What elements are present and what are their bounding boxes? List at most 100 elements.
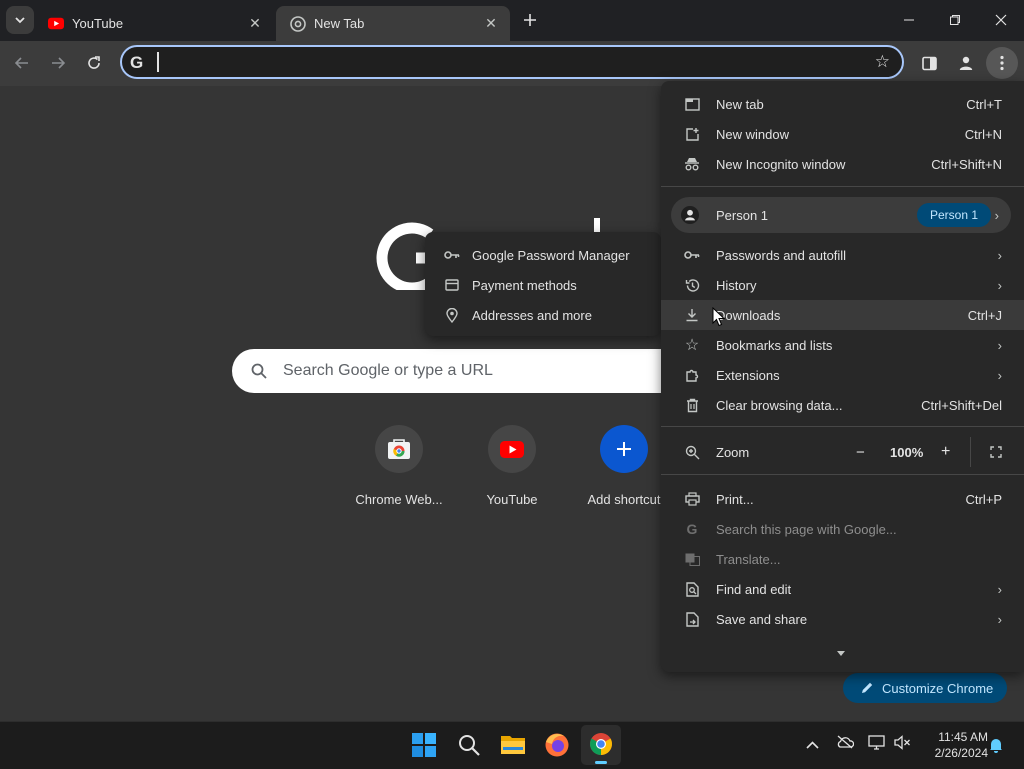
tab-new-tab[interactable]: New Tab ✕ bbox=[276, 6, 510, 41]
menu-scroll-down-icon[interactable] bbox=[837, 643, 847, 656]
menu-label: Search this page with Google... bbox=[716, 521, 897, 537]
address-bar[interactable]: G ☆ bbox=[120, 45, 904, 79]
chevron-right-icon: › bbox=[997, 581, 1002, 597]
plus-icon bbox=[600, 425, 648, 473]
customize-chrome-button[interactable]: Customize Chrome bbox=[843, 673, 1007, 703]
toolbar: G ☆ bbox=[0, 41, 1024, 86]
reload-button[interactable] bbox=[79, 48, 109, 78]
fullscreen-button[interactable] bbox=[990, 446, 1002, 458]
trash-icon bbox=[683, 396, 701, 414]
credit-card-icon bbox=[444, 277, 460, 293]
menu-item-new-window[interactable]: New window Ctrl+N bbox=[661, 119, 1024, 149]
shortcut-youtube[interactable]: YouTube bbox=[456, 425, 568, 507]
menu-item-search-page[interactable]: G Search this page with Google... bbox=[661, 514, 1024, 544]
chevron-right-icon: › bbox=[994, 207, 999, 223]
notification-bell-icon[interactable] bbox=[989, 737, 1003, 758]
menu-item-profile[interactable]: Person 1 Person 1 › bbox=[671, 197, 1011, 233]
menu-divider bbox=[661, 474, 1024, 475]
close-tab-icon[interactable]: ✕ bbox=[482, 14, 500, 32]
menu-item-zoom: Zoom − 100% + bbox=[661, 437, 1024, 467]
menu-item-extensions[interactable]: Extensions › bbox=[661, 360, 1024, 390]
volume-muted-icon[interactable] bbox=[894, 735, 911, 755]
tab-title: New Tab bbox=[314, 16, 365, 31]
submenu-label: Google Password Manager bbox=[472, 247, 630, 263]
address-input[interactable] bbox=[157, 52, 159, 72]
clock[interactable]: 11:45 AM 2/26/2024 bbox=[918, 729, 988, 761]
menu-label: History bbox=[716, 277, 757, 293]
location-pin-icon bbox=[444, 307, 460, 323]
network-icon[interactable] bbox=[868, 735, 885, 755]
submenu-item-addresses[interactable]: Addresses and more bbox=[425, 300, 661, 330]
chevron-up-icon[interactable] bbox=[806, 736, 819, 754]
menu-label: New window bbox=[716, 126, 789, 142]
menu-item-passwords-autofill[interactable]: Passwords and autofill › bbox=[661, 240, 1024, 270]
shortcut-chrome-web-store[interactable]: Chrome Web... bbox=[343, 425, 455, 507]
reload-icon bbox=[88, 56, 100, 69]
menu-label: Clear browsing data... bbox=[716, 397, 843, 413]
start-button[interactable] bbox=[412, 733, 436, 757]
tab-youtube[interactable]: YouTube ✕ bbox=[34, 6, 274, 41]
customize-label: Customize Chrome bbox=[882, 680, 994, 696]
profile-button[interactable] bbox=[954, 51, 978, 75]
taskbar-search-button[interactable] bbox=[457, 733, 481, 757]
menu-item-find-edit[interactable]: Find and edit › bbox=[661, 574, 1024, 604]
submenu-label: Addresses and more bbox=[472, 307, 592, 323]
new-tab-button[interactable] bbox=[518, 8, 542, 32]
menu-item-bookmarks[interactable]: ☆ Bookmarks and lists › bbox=[661, 330, 1024, 360]
menu-divider bbox=[661, 426, 1024, 427]
pencil-icon bbox=[862, 682, 873, 693]
close-window-button[interactable] bbox=[978, 0, 1024, 40]
menu-divider bbox=[661, 186, 1024, 187]
taskbar: 11:45 AM 2/26/2024 bbox=[0, 721, 1024, 769]
submenu-item-payment-methods[interactable]: Payment methods bbox=[425, 270, 661, 300]
printer-icon bbox=[683, 490, 701, 508]
menu-item-new-incognito[interactable]: New Incognito window Ctrl+Shift+N bbox=[661, 149, 1024, 179]
zoom-out-button[interactable]: − bbox=[856, 444, 865, 461]
person-icon bbox=[959, 56, 973, 70]
ntp-search-box[interactable]: Search Google or type a URL bbox=[232, 349, 692, 393]
menu-label: Translate... bbox=[716, 551, 781, 567]
chevron-right-icon: › bbox=[997, 337, 1002, 353]
more-vert-icon bbox=[1000, 55, 1004, 71]
new-window-icon bbox=[683, 125, 701, 143]
profile-badge: Person 1 bbox=[917, 203, 992, 227]
menu-item-clear-browsing-data[interactable]: Clear browsing data... Ctrl+Shift+Del bbox=[661, 390, 1024, 420]
menu-item-new-tab[interactable]: New tab Ctrl+T bbox=[661, 89, 1024, 119]
menu-label: New Incognito window bbox=[716, 156, 846, 172]
extensions-puzzle-icon bbox=[683, 366, 701, 384]
restore-button[interactable] bbox=[932, 0, 978, 40]
side-panel-button[interactable] bbox=[918, 52, 940, 74]
submenu-item-password-manager[interactable]: Google Password Manager bbox=[425, 240, 661, 270]
bookmark-star-icon[interactable]: ☆ bbox=[875, 52, 890, 72]
tab-search-button[interactable] bbox=[6, 6, 34, 34]
chrome-menu-button[interactable] bbox=[986, 47, 1018, 79]
onedrive-offline-icon[interactable] bbox=[836, 735, 855, 754]
firefox-button[interactable] bbox=[544, 732, 570, 758]
chrome-taskbar-button[interactable] bbox=[581, 725, 621, 765]
file-explorer-button[interactable] bbox=[500, 733, 526, 757]
chrome-web-store-icon bbox=[375, 425, 423, 473]
menu-shortcut: Ctrl+Shift+Del bbox=[921, 397, 1002, 413]
menu-shortcut: Ctrl+Shift+N bbox=[931, 156, 1002, 172]
clock-date: 2/26/2024 bbox=[934, 746, 988, 760]
active-app-indicator bbox=[595, 761, 607, 764]
menu-item-print[interactable]: Print... Ctrl+P bbox=[661, 484, 1024, 514]
zoom-in-button[interactable]: + bbox=[941, 443, 950, 461]
close-icon bbox=[995, 14, 1007, 26]
search-icon bbox=[251, 363, 267, 379]
menu-item-translate[interactable]: Translate... bbox=[661, 544, 1024, 574]
chrome-icon bbox=[590, 733, 612, 755]
chrome-icon bbox=[290, 15, 306, 32]
menu-item-save-share[interactable]: Save and share › bbox=[661, 604, 1024, 634]
menu-label: Extensions bbox=[716, 367, 780, 383]
incognito-icon bbox=[683, 155, 701, 173]
back-button[interactable] bbox=[7, 48, 37, 78]
youtube-icon bbox=[48, 16, 64, 32]
minimize-button[interactable] bbox=[886, 0, 932, 40]
chrome-menu: New tab Ctrl+T New window Ctrl+N New Inc… bbox=[661, 81, 1024, 672]
forward-button[interactable] bbox=[43, 48, 73, 78]
menu-item-history[interactable]: History › bbox=[661, 270, 1024, 300]
menu-label: Save and share bbox=[716, 611, 808, 627]
chevron-right-icon: › bbox=[997, 367, 1002, 383]
close-tab-icon[interactable]: ✕ bbox=[246, 14, 264, 32]
